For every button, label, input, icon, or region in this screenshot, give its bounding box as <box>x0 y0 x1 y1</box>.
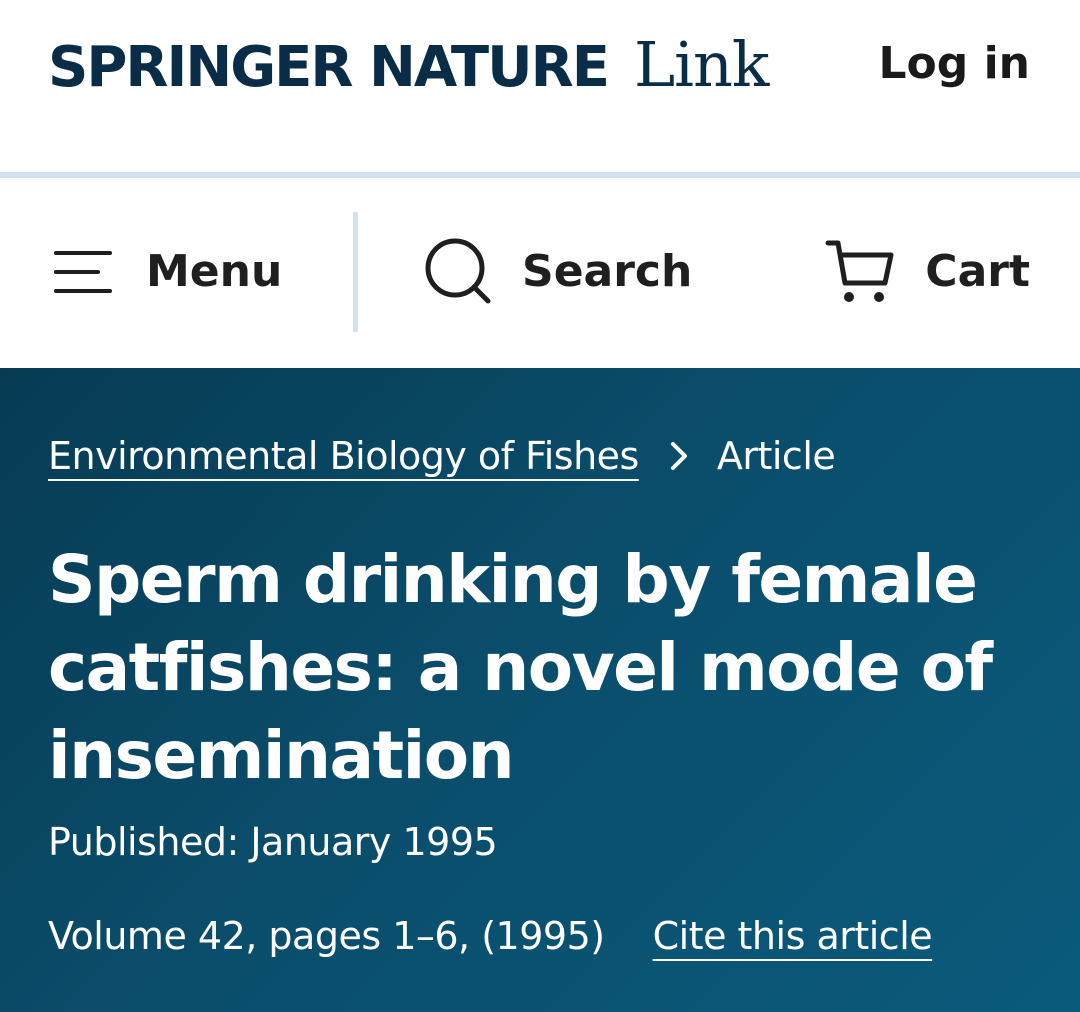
search-icon <box>425 238 491 304</box>
search-button[interactable]: Search <box>424 238 693 304</box>
breadcrumb-current: Article <box>716 434 836 478</box>
chevron-right-icon <box>670 442 687 470</box>
cart-button[interactable]: Cart <box>825 240 1030 302</box>
citation-row: Volume 42, pages 1–6, (1995) Cite this a… <box>48 914 933 958</box>
brand-suffix: Link <box>633 28 770 101</box>
nav-bar: Menu Search Cart <box>0 178 1080 368</box>
search-label: Search <box>522 246 693 297</box>
login-link[interactable]: Log in <box>879 36 1031 92</box>
menu-button[interactable]: Menu <box>52 242 282 302</box>
cart-label: Cart <box>925 246 1030 297</box>
published-date: Published: January 1995 <box>48 820 498 864</box>
menu-icon <box>54 251 112 293</box>
article-hero: Environmental Biology of Fishes Article … <box>0 368 1080 1012</box>
site-header: SPRINGER NATURE Link Log in <box>0 0 1080 172</box>
springer-nature-link-logo[interactable]: SPRINGER NATURE Link <box>48 28 770 101</box>
nav-divider <box>353 212 358 332</box>
cart-icon <box>825 240 894 302</box>
cite-article-link[interactable]: Cite this article <box>653 914 933 958</box>
article-title: Sperm drinking by female catfishes: a no… <box>48 541 993 794</box>
menu-label: Menu <box>146 246 283 297</box>
breadcrumb-journal-link[interactable]: Environmental Biology of Fishes <box>48 434 639 478</box>
volume-info: Volume 42, pages 1–6, (1995) <box>48 914 605 958</box>
breadcrumb: Environmental Biology of Fishes Article <box>48 434 836 478</box>
brand-name: SPRINGER NATURE <box>48 35 610 100</box>
